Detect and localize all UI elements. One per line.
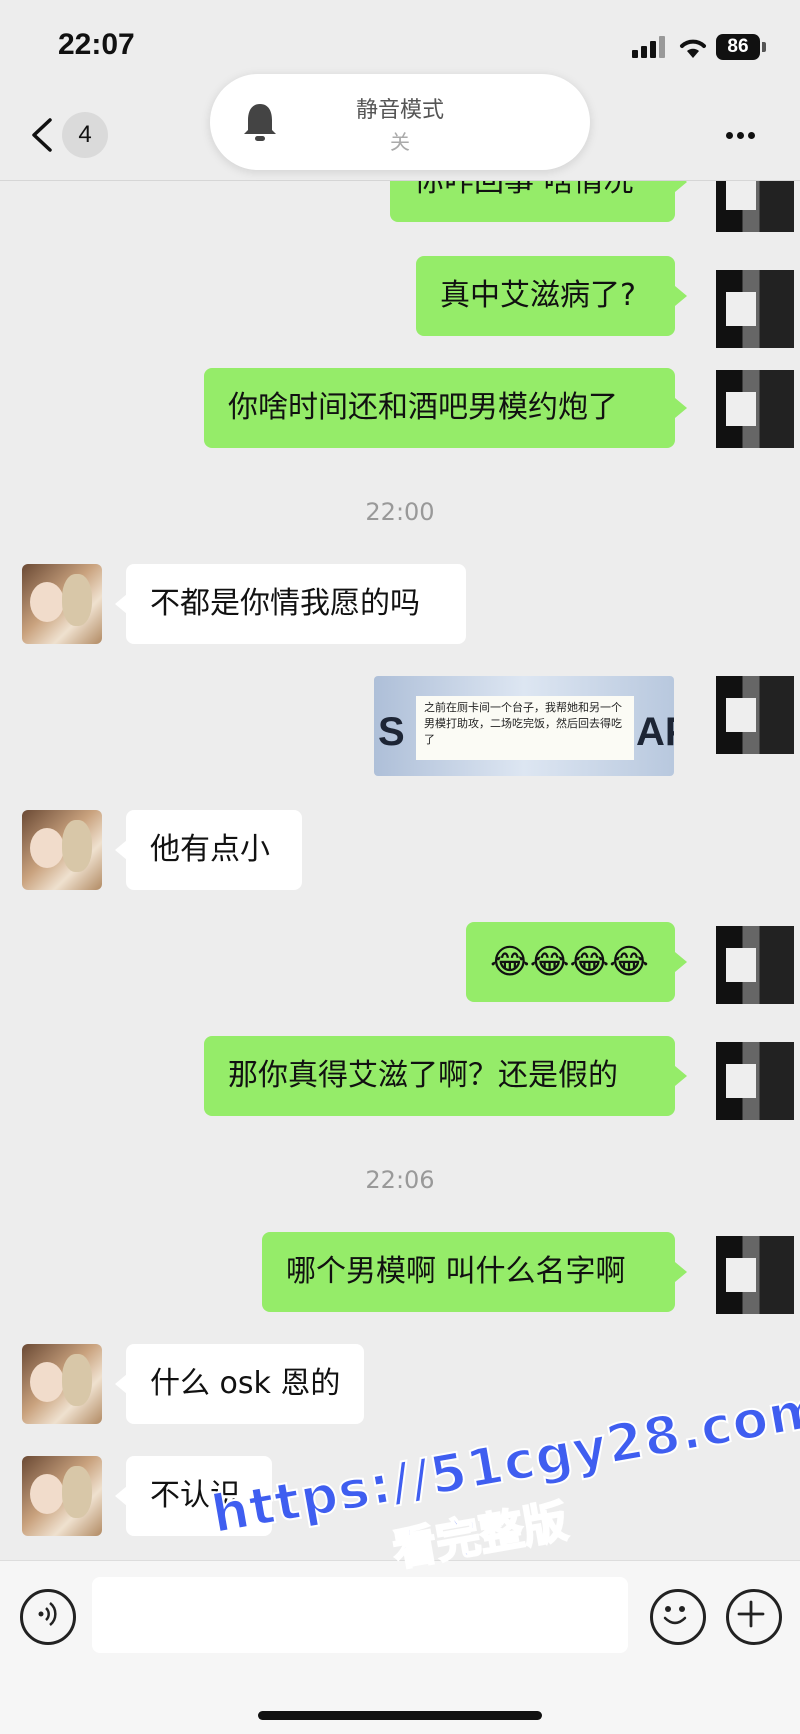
message-bubble-sent[interactable]: 😂😂😂😂 [466, 922, 675, 1002]
avatar-contact[interactable] [22, 810, 102, 890]
message-bubble-received[interactable]: 什么 osk 恩的 [126, 1344, 364, 1424]
message-bubble-sent[interactable]: 你啥时间还和酒吧男模约炮了 [204, 368, 675, 448]
message-text: 那你真得艾滋了啊？还是假的 [228, 1058, 618, 1093]
home-indicator [258, 1711, 542, 1720]
bubble-tail [675, 1066, 687, 1086]
input-bar [0, 1560, 800, 1734]
toast-state: 关 [390, 130, 410, 154]
bubble-tail [675, 1262, 687, 1282]
message-bubble-received[interactable]: 他有点小 [126, 810, 302, 890]
image-text-left: S [378, 710, 405, 754]
message-text: 不都是你情我愿的吗 [150, 586, 420, 621]
status-time: 22:07 [58, 28, 135, 61]
toast-title: 静音模式 [355, 98, 444, 123]
emoji-icon[interactable] [650, 1589, 706, 1645]
message-bubble-sent[interactable]: 真中艾滋病了? [416, 256, 675, 336]
back-icon[interactable] [28, 118, 56, 152]
battery-indicator: 86 [716, 34, 760, 60]
message-text: 不认识 [150, 1478, 240, 1513]
bubble-tail [675, 952, 687, 972]
message-text: 真中艾滋病了? [440, 278, 636, 313]
bubble-tail [675, 286, 687, 306]
message-text: 什么 osk 恩的 [150, 1366, 341, 1401]
time-divider: 22:00 [365, 498, 435, 526]
avatar-me[interactable] [716, 676, 794, 754]
wifi-icon [680, 39, 706, 58]
message-text: 你啥时间还和酒吧男模约炮了 [228, 390, 618, 425]
message-bubble-sent[interactable]: 那你真得艾滋了啊？还是假的 [204, 1036, 675, 1116]
image-message[interactable]: S 之前在厕卡间一个台子，我帮她和另一个男模打助攻，二场吃完饭，然后回去得吃了 … [374, 676, 674, 776]
message-text: 哪个男模啊 叫什么名字啊 [286, 1254, 626, 1289]
message-bubble-received[interactable]: 不都是你情我愿的吗 [126, 564, 466, 644]
avatar-me[interactable] [716, 370, 794, 448]
bubble-tail [675, 398, 687, 418]
avatar-me[interactable] [716, 1236, 794, 1314]
avatar-me[interactable] [716, 1042, 794, 1120]
more-icon[interactable] [726, 132, 756, 146]
image-note-text: 之前在厕卡间一个台子，我帮她和另一个男模打助攻，二场吃完饭，然后回去得吃了 [416, 696, 634, 760]
plus-icon[interactable] [726, 1589, 782, 1645]
avatar-me[interactable] [716, 926, 794, 1004]
avatar-contact[interactable] [22, 1344, 102, 1424]
message-text: 他有点小 [150, 832, 270, 867]
avatar-contact[interactable] [22, 1456, 102, 1536]
unread-count-badge[interactable]: 4 [62, 112, 108, 158]
silent-mode-toast: 静音模式 关 [210, 74, 590, 170]
avatar-contact[interactable] [22, 564, 102, 644]
chat-area: 你咋回事 啥情况 真中艾滋病了? 你啥时间还和酒吧男模约炮了 22:00 不都是… [0, 0, 800, 1560]
message-bubble-sent[interactable]: 哪个男模啊 叫什么名字啊 [262, 1232, 675, 1312]
voice-icon[interactable] [20, 1589, 76, 1645]
battery-nub [762, 42, 766, 52]
signal-icon [632, 36, 666, 58]
message-input[interactable] [92, 1577, 628, 1653]
message-text: 😂😂😂😂 [490, 942, 649, 982]
avatar-me[interactable] [716, 270, 794, 348]
time-divider: 22:06 [365, 1166, 435, 1194]
image-text-right: AP [636, 710, 674, 754]
message-bubble-received[interactable]: 不认识 [126, 1456, 272, 1536]
